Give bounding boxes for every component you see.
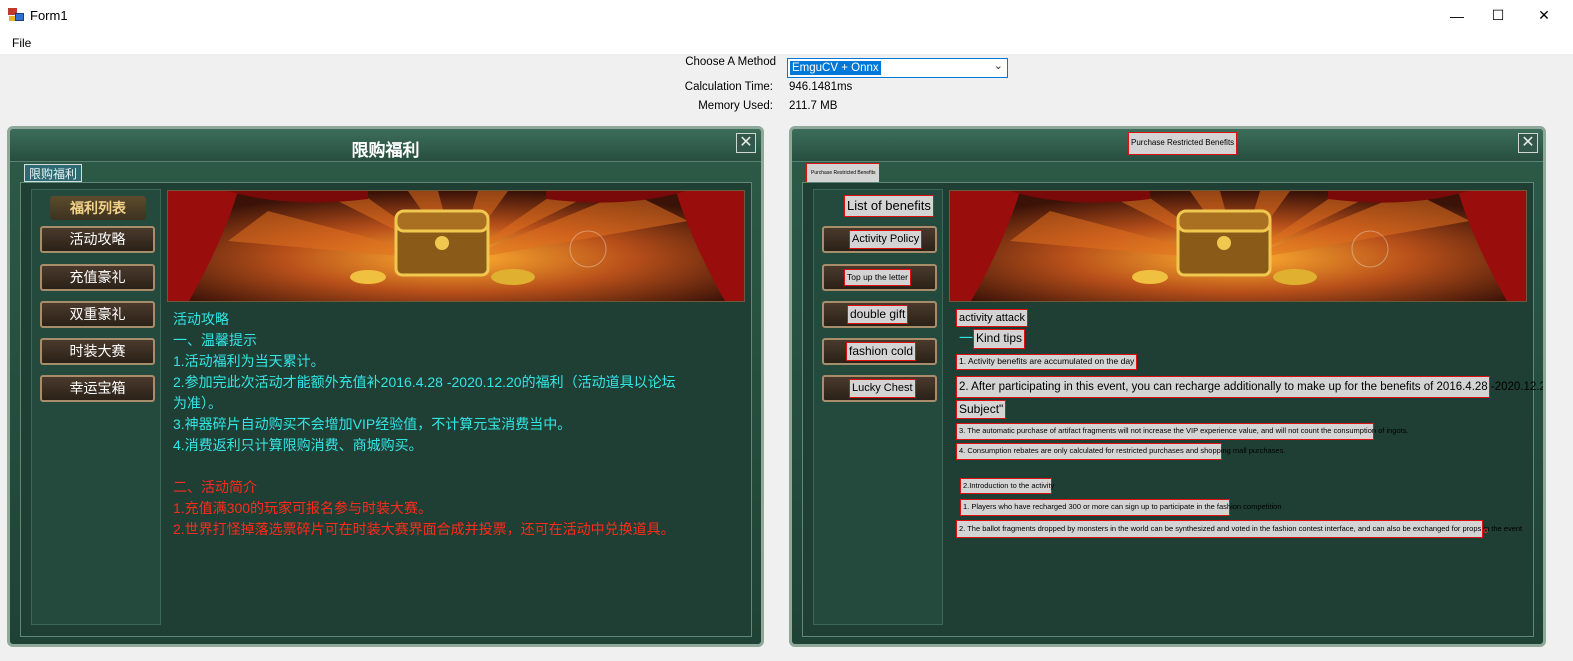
content-area: List of benefits Activity Policy Top up … (802, 182, 1543, 637)
activity-policy-button[interactable]: Activity Policy (822, 226, 937, 253)
lucky-chest-button[interactable]: Lucky Chest (822, 375, 937, 402)
list-title: 福利列表 (50, 196, 146, 220)
fashion-contest-button[interactable]: 时装大赛 (40, 338, 155, 365)
menu-bar: File (0, 31, 1573, 54)
memory-label: Memory Used: (698, 100, 773, 112)
method-select[interactable]: EmguCV + Onnx ⌄ (787, 58, 1008, 78)
text-line: 二、活动简介 (173, 479, 257, 495)
benefits-list: 福利列表 活动攻略 充值豪礼 双重豪礼 时装大赛 幸运宝箱 (31, 189, 161, 625)
calc-time-value: 946.1481ms (789, 81, 853, 93)
button-label: Activity Policy (849, 230, 923, 249)
treasure-banner (949, 190, 1527, 302)
memory-value: 211.7 MB (789, 100, 838, 112)
button-label: fashion cold (846, 342, 917, 361)
tab-restricted-benefits[interactable]: Purchase Restricted Benefits (806, 163, 881, 183)
top-up-button[interactable]: Top up the letter (822, 264, 937, 291)
title-bar: Form1 — ☐ ✕ (0, 0, 1573, 31)
close-icon[interactable]: ✕ (736, 133, 756, 153)
text-line: activity attack (956, 309, 1029, 327)
panel-header: Purchase Restricted Benefits ✕ (792, 129, 1543, 162)
text-line: 4. Consumption rebates are only calculat… (956, 443, 1285, 460)
treasure-banner (167, 190, 745, 302)
close-icon[interactable]: ✕ (1518, 133, 1538, 153)
button-label: double gift (847, 305, 909, 324)
chevron-down-icon[interactable]: ⌄ (994, 59, 1003, 72)
double-gift-button[interactable]: 双重豪礼 (40, 301, 155, 328)
text-line: 3.神器碎片自动购买不会增加VIP经验值，不计算元宝消费当中。 (173, 416, 572, 432)
text-line: 3. The automatic purchase of artifact fr… (956, 423, 1409, 440)
fashion-cold-button[interactable]: fashion cold (822, 338, 937, 365)
text-line: 2.世界打怪掉落选票碎片可在时装大赛界面合成并投票，还可在活动中兑换道具。 (173, 521, 675, 537)
minimize-button[interactable]: — (1434, 0, 1480, 31)
panel-header: 限购福利 ✕ (10, 129, 761, 162)
dash-glyph: 一 (959, 330, 973, 346)
method-selected-value: EmguCV + Onnx (790, 61, 881, 75)
close-button[interactable]: ✕ (1521, 0, 1567, 31)
text-line: 1.充值满300的玩家可报名参与时装大赛。 (173, 500, 433, 516)
double-gift-button[interactable]: double gift (822, 301, 937, 328)
text-line: 2.参加完此次活动才能额外充值补2016.4.28 -2020.12.20的福利… (173, 374, 676, 390)
button-label: Lucky Chest (849, 379, 916, 398)
text-line: 2. After participating in this event, yo… (956, 376, 1543, 398)
period-glyph: 。 (1483, 519, 1497, 535)
text-line: 一、温馨提示 (173, 332, 257, 348)
text-line: 1.活动福利为当天累计。 (173, 353, 325, 369)
maximize-button[interactable]: ☐ (1475, 0, 1521, 31)
button-label: Top up the letter (844, 269, 911, 286)
activity-guide-button[interactable]: 活动攻略 (40, 226, 155, 253)
text-line: 活动攻略 (173, 311, 229, 327)
text-line: 1. Players who have recharged 300 or mor… (960, 499, 1282, 516)
text-line: 1. Activity benefits are accumulated on … (956, 354, 1138, 370)
calc-time-label: Calculation Time: (684, 81, 773, 93)
text-line: 4.消费返利只计算限购消费、商城购买。 (173, 437, 423, 453)
panel-title: 限购福利 (351, 141, 420, 161)
text-line: Kind tips (973, 329, 1026, 349)
menu-file[interactable]: File (12, 36, 31, 50)
window-title: Form1 (30, 8, 68, 23)
original-image-panel: 限购福利 ✕ 限购福利 福利列表 活动攻略 充值豪礼 双重豪礼 时装大赛 幸运宝… (7, 126, 764, 647)
text-line: Subject" (956, 400, 1007, 419)
lucky-chest-button[interactable]: 幸运宝箱 (40, 375, 155, 402)
list-title: List of benefits (844, 195, 934, 217)
benefits-list: List of benefits Activity Policy Top up … (813, 189, 943, 625)
app-icon (8, 8, 24, 22)
translated-image-panel: Purchase Restricted Benefits ✕ Purchase … (789, 126, 1546, 647)
content-area: 福利列表 活动攻略 充值豪礼 双重豪礼 时装大赛 幸运宝箱 活动攻略 一、温馨提… (20, 182, 752, 637)
panel-title: Purchase Restricted Benefits (1128, 132, 1238, 155)
text-line: 2.Introduction to the activity (960, 478, 1054, 494)
text-line: 2. The ballot fragments dropped by monst… (956, 520, 1522, 538)
tab-restricted-benefits[interactable]: 限购福利 (24, 164, 83, 182)
recharge-gift-button[interactable]: 充值豪礼 (40, 264, 155, 291)
text-line: 为准）。 (173, 395, 222, 411)
method-label: Choose A Method (685, 56, 776, 68)
